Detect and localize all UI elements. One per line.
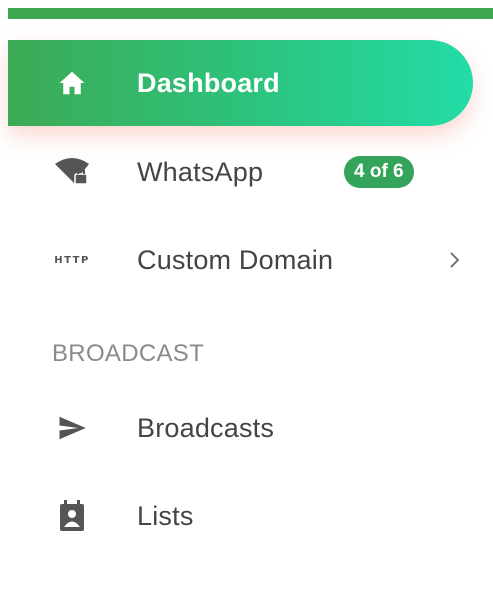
sidebar-item-label: Dashboard bbox=[137, 67, 280, 98]
sidebar-item-custom-domain[interactable]: HTTP Custom Domain bbox=[8, 220, 473, 300]
chevron-right-icon[interactable] bbox=[440, 242, 470, 278]
usage-badge: 4 of 6 bbox=[344, 156, 414, 188]
sidebar-item-broadcasts[interactable]: Broadcasts bbox=[8, 388, 473, 468]
sidebar-item-label: Custom Domain bbox=[137, 244, 334, 275]
send-icon bbox=[52, 408, 92, 448]
wifi-lock-icon bbox=[52, 152, 92, 192]
http-icon: HTTP bbox=[52, 240, 92, 280]
http-icon-text: HTTP bbox=[54, 254, 90, 266]
sidebar-item-lists[interactable]: Lists bbox=[8, 476, 473, 556]
contact-list-icon bbox=[52, 496, 92, 536]
home-icon bbox=[52, 63, 92, 103]
sidebar-item-label: WhatsApp bbox=[137, 156, 264, 187]
sidebar-nav: Dashboard WhatsApp 4 of 6 HTTP Custom Do… bbox=[0, 0, 493, 597]
sidebar-item-dashboard[interactable]: Dashboard bbox=[8, 40, 473, 126]
sidebar-frame: Dashboard WhatsApp 4 of 6 HTTP Custom Do… bbox=[0, 0, 493, 597]
section-header-broadcast: BROADCAST bbox=[52, 340, 205, 367]
sidebar-item-label: Lists bbox=[137, 500, 194, 531]
sidebar-item-whatsapp[interactable]: WhatsApp 4 of 6 bbox=[8, 132, 473, 212]
sidebar-item-label: Broadcasts bbox=[137, 412, 275, 443]
